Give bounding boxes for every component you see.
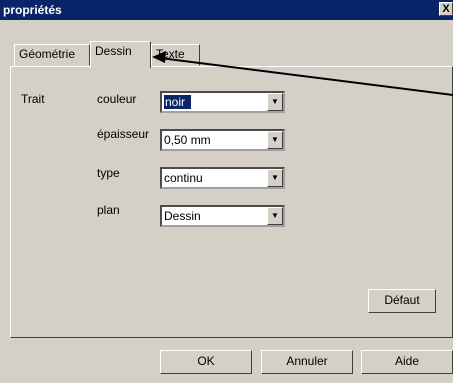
annotation-arrow <box>152 51 453 96</box>
annotation-arrow-line <box>159 57 453 96</box>
properties-dialog: propriétés X Géométrie Dessin Texte Trai… <box>0 0 453 383</box>
annotation-arrow-head <box>152 51 166 63</box>
